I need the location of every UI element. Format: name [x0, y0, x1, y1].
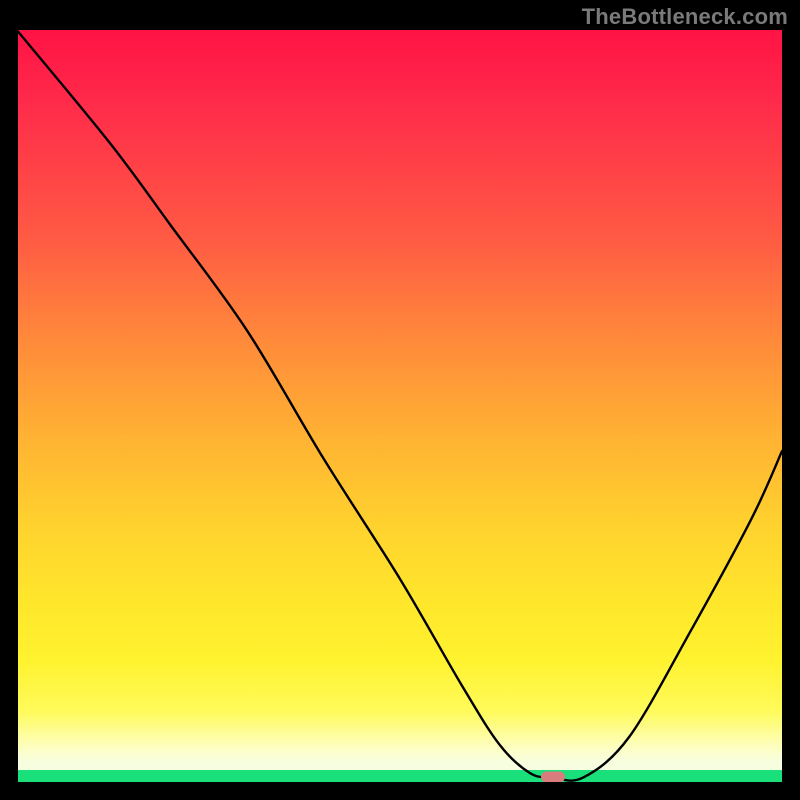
curve-layer [18, 30, 782, 782]
chart-frame: TheBottleneck.com [0, 0, 800, 800]
optimum-marker [541, 771, 565, 782]
watermark-label: TheBottleneck.com [582, 4, 788, 30]
bottleneck-curve [18, 32, 782, 781]
plot-area [18, 30, 782, 782]
